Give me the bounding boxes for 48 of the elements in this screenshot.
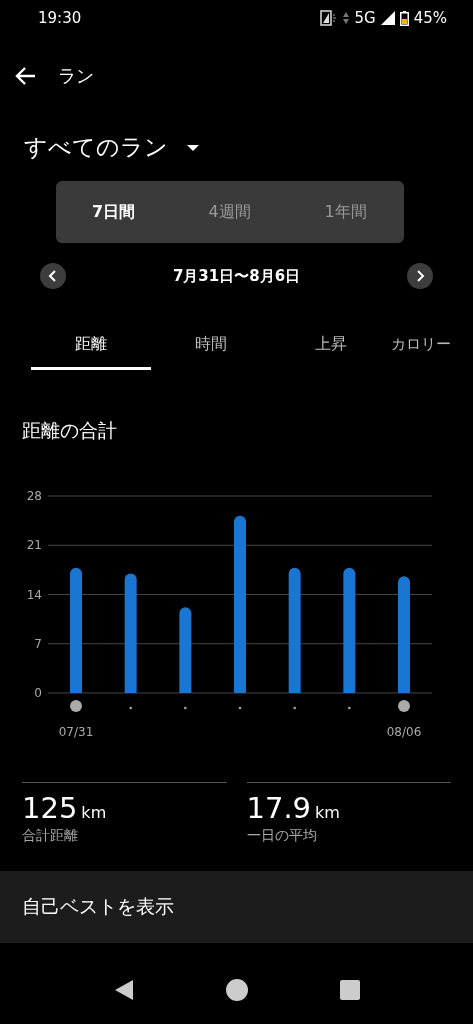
personal-best-button[interactable]: 自己ベストを表示 xyxy=(0,871,473,943)
axis-label: 28 xyxy=(26,489,42,503)
date-dot xyxy=(348,706,351,710)
battery-level: 45% xyxy=(413,9,447,27)
metric-tab[interactable]: 距離 xyxy=(31,322,151,370)
metric-tab[interactable]: カロリー xyxy=(391,322,463,370)
battery-icon xyxy=(399,10,409,26)
home-nav-icon[interactable] xyxy=(225,979,248,1001)
signal-icon xyxy=(380,11,395,25)
stat-unit: km xyxy=(81,803,107,822)
axis-label: 14 xyxy=(26,587,42,602)
date-range: 7月31日〜8月6日 xyxy=(172,266,301,286)
date-dot xyxy=(129,706,132,710)
stat-value: 125 xyxy=(22,791,78,825)
metric-tab[interactable]: 上昇 xyxy=(271,322,391,370)
next-button[interactable] xyxy=(407,263,433,289)
period-option[interactable]: 7日間 xyxy=(55,181,172,243)
date-marker xyxy=(70,700,82,712)
date-dot xyxy=(238,706,242,710)
back-nav-icon[interactable] xyxy=(113,979,134,1001)
chevron-right-icon xyxy=(415,270,425,282)
rotate-icon xyxy=(320,10,339,26)
axis-label: 0 xyxy=(34,686,42,700)
date-marker xyxy=(398,700,410,712)
period-option[interactable]: 1年間 xyxy=(287,181,404,243)
page-title: ラン xyxy=(58,64,94,88)
stat-value: 17.9 xyxy=(246,791,312,825)
previous-button[interactable] xyxy=(40,263,66,289)
recents-nav-icon[interactable] xyxy=(339,980,360,1000)
caret-icon xyxy=(186,143,200,152)
axis-label: 7 xyxy=(34,636,42,651)
run-filter-dropdown[interactable]: すべてのラン xyxy=(24,132,200,163)
stat-label: 一日の平均 xyxy=(246,827,317,845)
axis-label: 07/31 xyxy=(58,725,94,739)
axis-label: 08/06 xyxy=(386,725,422,739)
date-dot xyxy=(184,706,187,710)
data-arrows-icon xyxy=(343,11,350,25)
date-dot xyxy=(293,706,296,710)
network-label: 5G xyxy=(354,9,376,27)
chevron-left-icon xyxy=(48,270,58,282)
section-title: 距離の合計 xyxy=(22,418,118,443)
stat-unit: km xyxy=(315,803,340,822)
clock: 19:30 xyxy=(38,9,82,27)
period-option[interactable]: 4週間 xyxy=(171,181,288,243)
metric-tab[interactable]: 時間 xyxy=(151,322,271,370)
stat-label: 合計距離 xyxy=(22,827,78,845)
back-button[interactable] xyxy=(14,66,36,86)
axis-label: 21 xyxy=(26,538,42,553)
